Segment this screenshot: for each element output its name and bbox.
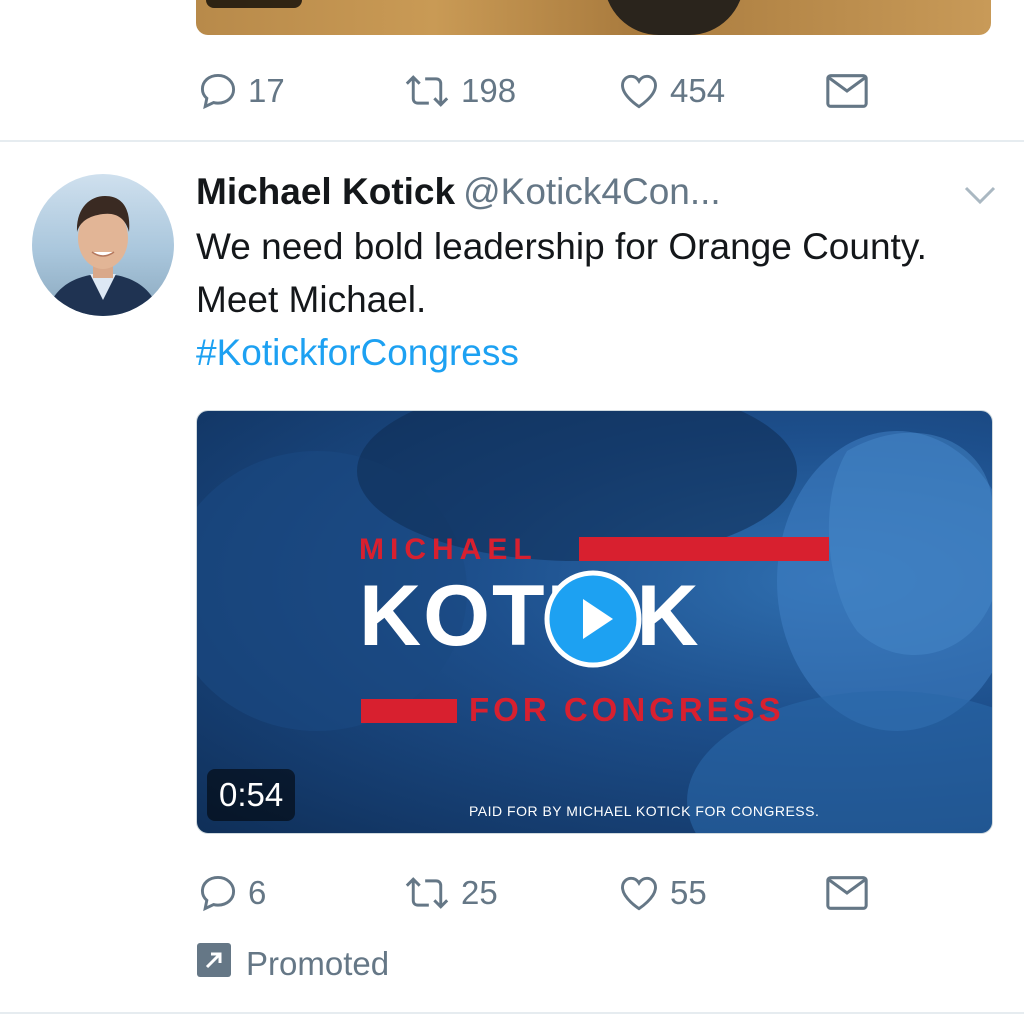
retweet-icon <box>401 871 453 915</box>
promoted-icon <box>196 942 232 986</box>
logo-last-name: KOTICK <box>359 568 701 664</box>
envelope-icon <box>824 873 870 913</box>
previous-tweet-actions: 17 198 454 <box>196 66 896 116</box>
reply-icon <box>196 871 240 915</box>
logo-red-bar-top <box>579 537 829 561</box>
like-button[interactable]: 454 <box>616 66 725 116</box>
tweet-video[interactable]: MICHAEL KOTICK FOR CONGRESS 0:54 PAID FO… <box>196 410 993 834</box>
logo-tagline: FOR CONGRESS <box>469 691 785 728</box>
tweet-text: We need bold leadership for Orange Count… <box>196 220 986 379</box>
reply-count: 17 <box>248 72 285 109</box>
promoted-label: Promoted <box>246 945 390 982</box>
retweet-icon <box>401 69 453 113</box>
chevron-down-icon <box>964 186 996 205</box>
video-duration-badge: 1:19 <box>206 0 302 8</box>
like-count: 454 <box>670 72 726 109</box>
direct-message-button[interactable] <box>824 868 870 918</box>
retweet-count: 25 <box>461 874 498 911</box>
reply-count: 6 <box>248 874 267 911</box>
tweet-menu-button[interactable] <box>960 180 1000 210</box>
play-icon <box>544 570 642 668</box>
display-name[interactable]: Michael Kotick <box>196 171 455 212</box>
avatar[interactable] <box>32 174 174 316</box>
video-frame-shadow <box>604 0 744 35</box>
tweet-body: We need bold leadership for Orange Count… <box>196 226 927 320</box>
user-handle[interactable]: @Kotick4Con... <box>463 171 721 212</box>
reply-icon <box>196 69 240 113</box>
tweet-divider <box>0 140 1024 142</box>
heart-icon <box>616 69 662 113</box>
paid-disclaimer: PAID FOR BY MICHAEL KOTICK FOR CONGRESS. <box>469 803 820 819</box>
hashtag-link[interactable]: #KotickforCongress <box>196 326 986 379</box>
like-count: 55 <box>670 874 707 911</box>
video-duration-badge: 0:54 <box>207 769 296 821</box>
reply-button[interactable]: 17 <box>196 66 285 116</box>
logo-first-name: MICHAEL <box>359 533 538 566</box>
like-button[interactable]: 55 <box>616 868 707 918</box>
tweet-divider <box>0 1012 1024 1014</box>
logo-red-bar-bottom <box>361 699 457 723</box>
retweet-count: 198 <box>461 72 517 109</box>
reply-button[interactable]: 6 <box>196 868 266 918</box>
play-button[interactable] <box>543 569 643 669</box>
tweet-actions: 6 25 55 <box>196 868 896 918</box>
retweet-button[interactable]: 198 <box>401 66 516 116</box>
heart-icon <box>616 871 662 915</box>
tweet-header: Michael Kotick @Kotick4Con... <box>196 168 721 216</box>
retweet-button[interactable]: 25 <box>401 868 498 918</box>
envelope-icon <box>824 71 870 111</box>
avatar-photo <box>46 196 160 316</box>
promoted-indicator[interactable]: Promoted <box>196 942 389 986</box>
direct-message-button[interactable] <box>824 66 870 116</box>
previous-tweet-video[interactable]: 1:19 <box>196 0 991 35</box>
